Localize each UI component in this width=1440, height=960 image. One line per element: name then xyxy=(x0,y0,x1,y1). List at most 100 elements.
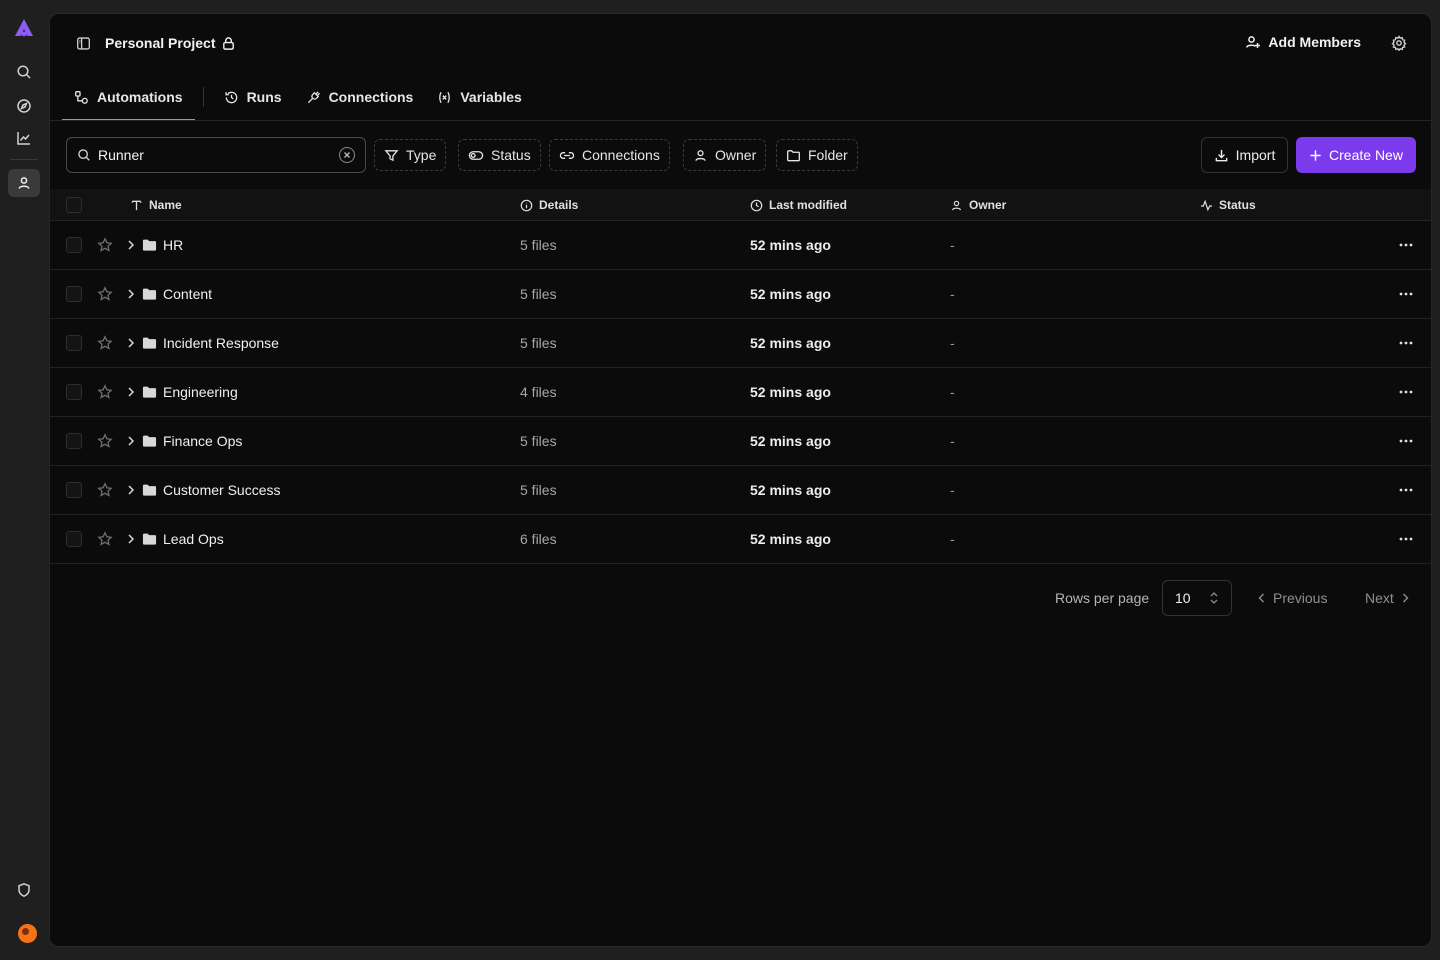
star-icon[interactable] xyxy=(97,221,113,269)
row-checkbox[interactable] xyxy=(66,270,82,318)
row-name[interactable]: Lead Ops xyxy=(142,515,224,563)
search-icon[interactable] xyxy=(8,58,40,86)
avatar[interactable] xyxy=(18,924,37,943)
filter-status[interactable]: Status xyxy=(458,139,541,171)
logo-icon[interactable] xyxy=(12,17,36,39)
star-icon[interactable] xyxy=(97,417,113,465)
shield-icon[interactable] xyxy=(8,876,40,904)
chevron-up-down-icon xyxy=(1209,591,1219,605)
more-options-icon[interactable] xyxy=(1398,221,1414,269)
more-options-icon[interactable] xyxy=(1398,515,1414,563)
add-members-button[interactable]: Add Members xyxy=(1245,34,1361,50)
row-name[interactable]: Finance Ops xyxy=(142,417,242,465)
more-options-icon[interactable] xyxy=(1398,270,1414,318)
star-icon[interactable] xyxy=(97,515,113,563)
star-icon[interactable] xyxy=(97,319,113,367)
filter-owner[interactable]: Owner xyxy=(683,139,767,171)
row-name[interactable]: HR xyxy=(142,221,183,269)
chevron-right-icon[interactable] xyxy=(125,319,137,367)
filter-label: Connections xyxy=(582,147,660,163)
star-icon[interactable] xyxy=(97,466,113,514)
tab-divider xyxy=(202,87,204,107)
row-checkbox[interactable] xyxy=(66,515,82,563)
column-owner[interactable]: Owner xyxy=(950,189,1006,221)
row-name[interactable]: Incident Response xyxy=(142,319,279,367)
row-name[interactable]: Content xyxy=(142,270,212,318)
sidebar-toggle-icon[interactable] xyxy=(76,36,91,51)
table-row[interactable]: Finance Ops 5 files 52 mins ago - xyxy=(50,417,1431,466)
table-row[interactable]: Engineering 4 files 52 mins ago - xyxy=(50,368,1431,417)
gear-icon[interactable] xyxy=(1391,35,1407,51)
create-new-button[interactable]: Create New xyxy=(1296,137,1416,173)
table-body: HR 5 files 52 mins ago - Content 5 files… xyxy=(50,221,1431,564)
filter-connections[interactable]: Connections xyxy=(549,139,670,171)
next-button[interactable]: Next xyxy=(1365,590,1410,606)
user-icon[interactable] xyxy=(8,169,40,197)
row-name-label: Incident Response xyxy=(163,335,279,351)
import-button[interactable]: Import xyxy=(1201,137,1288,173)
chevron-right-icon[interactable] xyxy=(125,270,137,318)
row-checkbox[interactable] xyxy=(66,221,82,269)
add-user-icon xyxy=(1245,34,1261,50)
chevron-right-icon[interactable] xyxy=(125,221,137,269)
filter-type[interactable]: Type xyxy=(374,139,447,171)
chevron-right-icon[interactable] xyxy=(125,368,137,416)
row-name-label: HR xyxy=(163,237,184,253)
star-icon[interactable] xyxy=(97,270,113,318)
more-options-icon[interactable] xyxy=(1398,417,1414,465)
search-box[interactable] xyxy=(66,137,366,173)
previous-button[interactable]: Previous xyxy=(1257,590,1327,606)
pagination: Rows per page 10 Previous Next xyxy=(50,580,1431,616)
automations-icon xyxy=(74,90,89,105)
row-name[interactable]: Engineering xyxy=(142,368,238,416)
chart-icon[interactable] xyxy=(8,124,40,152)
more-options-icon[interactable] xyxy=(1398,368,1414,416)
row-details: 5 files xyxy=(520,286,557,302)
lock-icon xyxy=(221,36,236,51)
row-last-modified: 52 mins ago xyxy=(750,286,831,302)
row-checkbox[interactable] xyxy=(66,466,82,514)
chevron-right-icon[interactable] xyxy=(125,417,137,465)
automations-table: Name Details Last modified Owner Status … xyxy=(50,189,1431,564)
folder-icon xyxy=(142,238,157,252)
left-rail xyxy=(0,0,48,960)
tab-automations[interactable]: Automations xyxy=(62,74,195,121)
more-options-icon[interactable] xyxy=(1398,466,1414,514)
folder-icon xyxy=(786,148,801,163)
tab-label: Connections xyxy=(328,89,414,105)
compass-icon[interactable] xyxy=(8,92,40,120)
clear-search-button[interactable] xyxy=(339,147,355,163)
tab-connections[interactable]: Connections xyxy=(294,74,426,120)
more-options-icon[interactable] xyxy=(1398,319,1414,367)
chevron-right-icon[interactable] xyxy=(125,466,137,514)
row-checkbox[interactable] xyxy=(66,319,82,367)
activity-icon xyxy=(1200,199,1213,212)
row-checkbox[interactable] xyxy=(66,417,82,465)
tab-runs[interactable]: Runs xyxy=(212,74,294,120)
chevron-right-icon[interactable] xyxy=(125,515,137,563)
table-row[interactable]: Lead Ops 6 files 52 mins ago - xyxy=(50,515,1431,564)
row-owner: - xyxy=(950,286,955,302)
tab-bar: Automations Runs Connections Variables xyxy=(62,74,534,121)
column-label: Owner xyxy=(969,198,1007,212)
row-name[interactable]: Customer Success xyxy=(142,466,280,514)
rows-per-page-select[interactable]: 10 xyxy=(1162,580,1232,616)
tab-variables[interactable]: Variables xyxy=(425,74,534,120)
column-details[interactable]: Details xyxy=(520,189,578,221)
project-title[interactable]: Personal Project xyxy=(105,35,236,51)
select-all-checkbox[interactable] xyxy=(66,189,82,221)
column-name[interactable]: Name xyxy=(130,189,182,221)
table-row[interactable]: HR 5 files 52 mins ago - xyxy=(50,221,1431,270)
star-icon[interactable] xyxy=(97,368,113,416)
filter-label: Owner xyxy=(715,147,757,163)
row-checkbox[interactable] xyxy=(66,368,82,416)
column-status[interactable]: Status xyxy=(1200,189,1256,221)
table-row[interactable]: Customer Success 5 files 52 mins ago - xyxy=(50,466,1431,515)
table-row[interactable]: Content 5 files 52 mins ago - xyxy=(50,270,1431,319)
column-last-modified[interactable]: Last modified xyxy=(750,189,847,221)
search-input[interactable] xyxy=(98,147,332,163)
table-row[interactable]: Incident Response 5 files 52 mins ago - xyxy=(50,319,1431,368)
row-last-modified: 52 mins ago xyxy=(750,482,831,498)
filter-folder[interactable]: Folder xyxy=(776,139,858,171)
row-name-label: Content xyxy=(163,286,213,302)
